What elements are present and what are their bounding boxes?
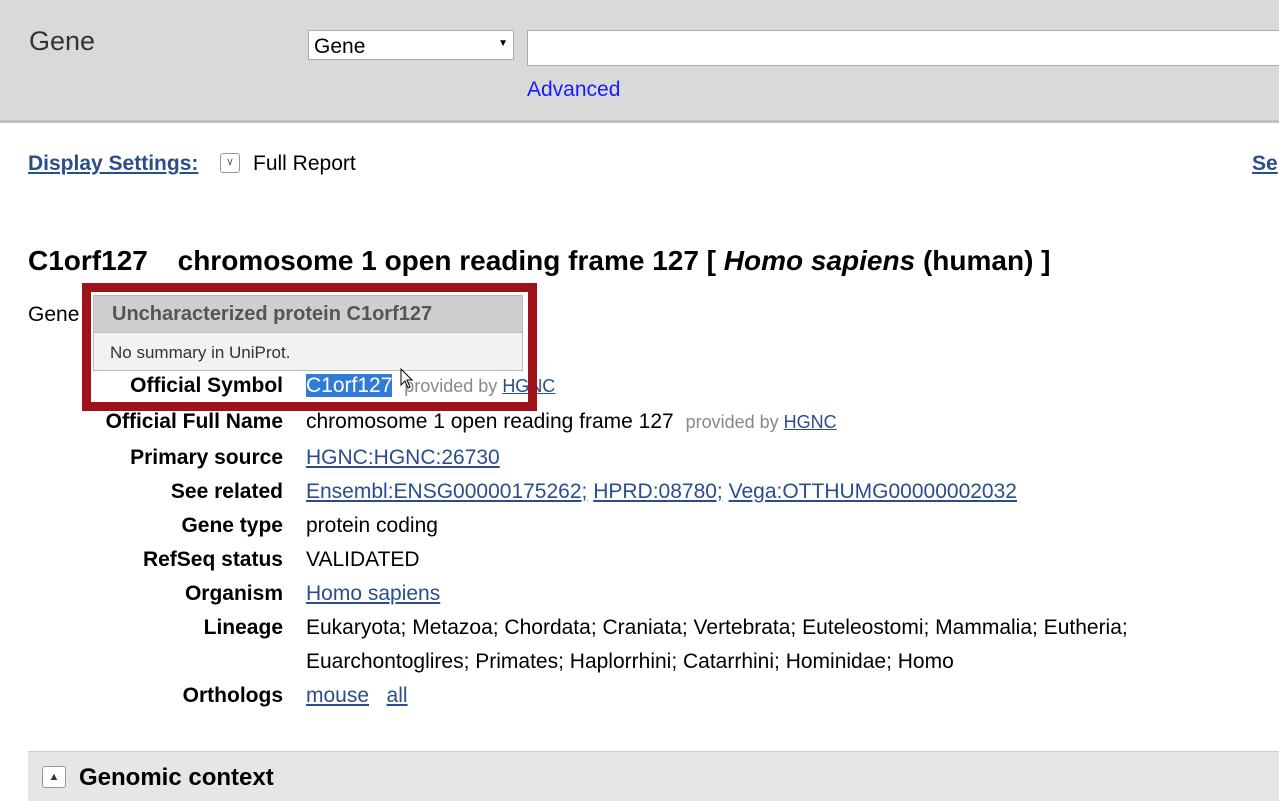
chevron-down-icon[interactable]: ∨ (220, 153, 240, 173)
orthologs-label: Orthologs (182, 684, 283, 707)
tooltip-panel: Uncharacterized protein C1orf127 No summ… (93, 295, 523, 371)
search-input[interactable] (527, 30, 1279, 66)
species-name: Homo sapiens (723, 245, 916, 276)
gene-summary-tooltip: Uncharacterized protein C1orf127 No summ… (82, 283, 537, 411)
see-related-label: See related (170, 480, 283, 503)
tooltip-title: Uncharacterized protein C1orf127 (112, 303, 433, 325)
page-title: C1orf127 chromosome 1 open reading frame… (28, 245, 1051, 277)
database-select-value: Gene (314, 35, 366, 58)
hgnc-link[interactable]: HGNC (784, 412, 837, 432)
database-title: Gene (29, 26, 96, 56)
refseq-status-label: RefSeq status (142, 548, 283, 571)
hprd-link[interactable]: HPRD:08780; (593, 480, 723, 503)
refseq-status-value: VALIDATED (306, 548, 420, 571)
primary-source-label: Primary source (130, 446, 283, 469)
primary-source-link[interactable]: HGNC:HGNC:26730 (306, 446, 500, 469)
header-bar: Gene Gene ▼ Advanced (0, 0, 1279, 123)
gene-symbol-title: C1orf127 (28, 245, 148, 276)
tooltip-body: No summary in UniProt. (110, 343, 291, 362)
dropdown-arrow-icon: ▼ (498, 38, 508, 49)
collapse-arrow-icon[interactable]: ▲ (42, 766, 66, 788)
tooltip-header: Uncharacterized protein C1orf127 (94, 296, 522, 333)
species-common-name: (human) ] (922, 245, 1051, 276)
lineage-line-2: Euarchontoglires; Primates; Haplorrhini;… (306, 650, 954, 673)
database-select[interactable]: Gene ▼ (308, 30, 514, 60)
section-title: Genomic context (79, 764, 274, 791)
display-settings-link[interactable]: Display Settings: (28, 152, 198, 176)
ortholog-all-link[interactable]: all (387, 684, 408, 707)
display-mode: Full Report (253, 152, 356, 175)
organism-link[interactable]: Homo sapiens (306, 582, 440, 605)
gene-type-value: protein coding (306, 514, 438, 537)
advanced-search-link[interactable]: Advanced (527, 78, 620, 102)
lineage-line-1: Eukaryota; Metazoa; Chordata; Craniata; … (306, 616, 1128, 639)
organism-label: Organism (184, 582, 283, 605)
gene-description-title: chromosome 1 open reading frame 127 [ (177, 245, 717, 276)
official-full-name-value: chromosome 1 open reading frame 127 (306, 410, 674, 433)
vega-link[interactable]: Vega:OTTHUMG00000002032 (729, 480, 1017, 503)
provided-by-text: provided by (685, 412, 779, 432)
ensembl-link[interactable]: Ensembl:ENSG00000175262; (306, 480, 587, 503)
mouse-cursor-icon (400, 368, 414, 389)
gene-id-label: Gene (28, 303, 80, 326)
ortholog-mouse-link[interactable]: mouse (306, 684, 369, 707)
send-to-link[interactable]: Se (1252, 152, 1278, 176)
gene-type-label: Gene type (181, 514, 283, 537)
lineage-label: Lineage (203, 616, 283, 639)
genomic-context-section[interactable]: ▲ Genomic context (28, 751, 1279, 801)
official-full-name-label: Official Full Name (105, 410, 283, 433)
